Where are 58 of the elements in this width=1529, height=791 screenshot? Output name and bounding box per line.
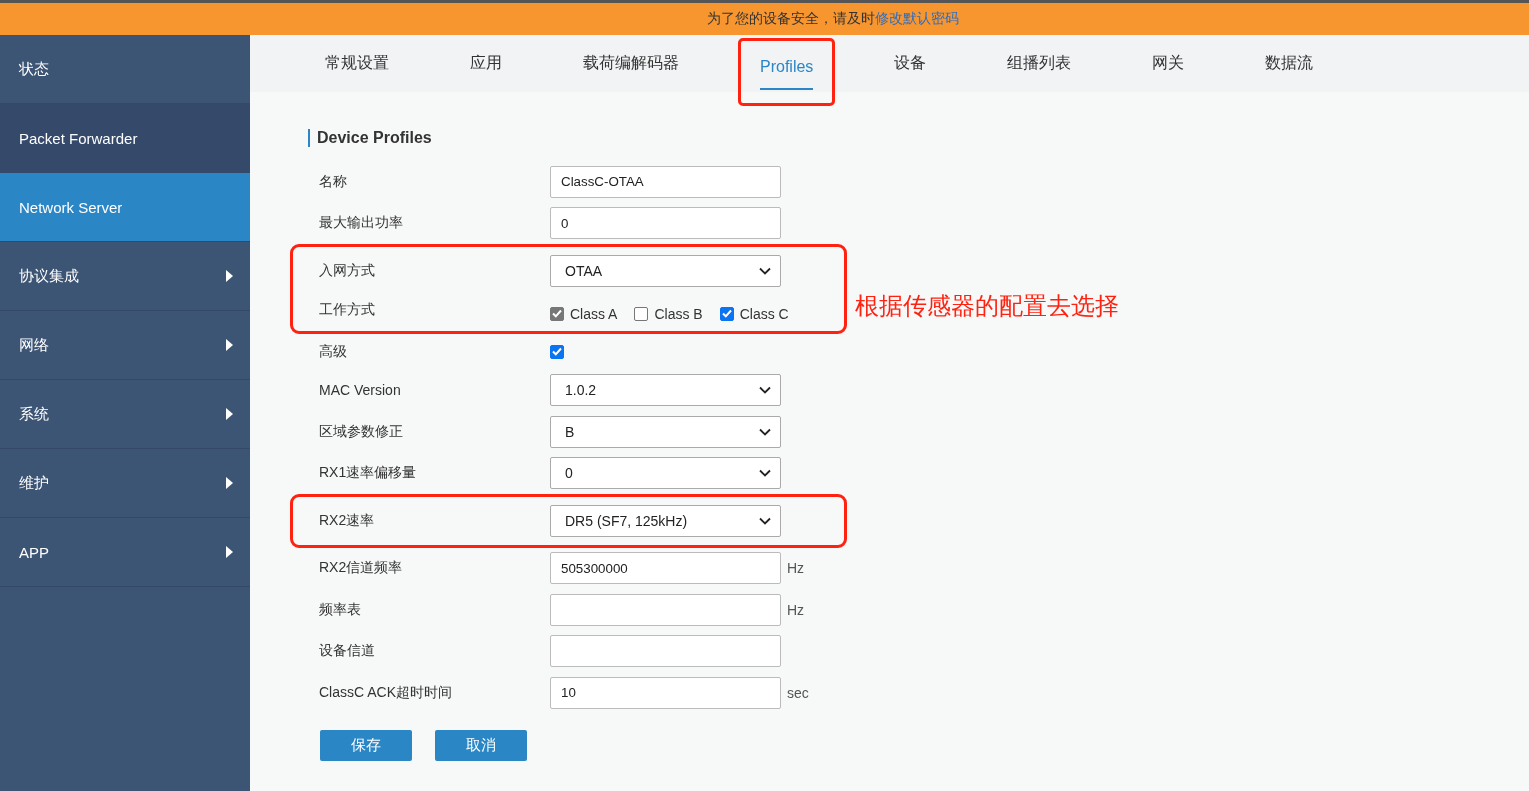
field-label: 入网方式 [319,261,376,280]
tab[interactable]: 载荷编解码器 [583,35,679,92]
field-label: RX2速率 [319,511,376,530]
field-label: 区域参数修正 [319,422,404,441]
chevron-icon [759,469,771,478]
tab[interactable]: Profiles [741,41,833,103]
text-field[interactable] [550,635,781,668]
unit-label: Hz [787,601,805,618]
chevron-icon [759,266,771,275]
text-field[interactable]: 0 [550,207,781,240]
sidebar-item[interactable]: APP [0,518,250,587]
dropdown[interactable]: 1.0.2 [550,374,781,407]
checkbox[interactable] [719,306,734,321]
field-label: RX1速率偏移量 [319,464,418,483]
sidebar-item[interactable]: 网络 [0,311,250,380]
checkbox-label: Class C [739,305,789,322]
field-label: 频率表 [319,600,362,619]
unit-label: sec [787,684,809,701]
checkbox[interactable] [634,306,649,321]
sidebar-item[interactable]: Packet Forwarder [0,104,250,173]
dropdown[interactable]: OTAA [550,254,781,287]
field-label: MAC Version [319,382,402,399]
checkbox[interactable] [550,344,564,359]
text-field[interactable]: 505300000 [550,552,781,585]
tab[interactable]: 常规设置 [325,35,389,92]
text-field[interactable]: 10 [550,676,781,709]
text-field[interactable] [550,593,781,626]
tab[interactable]: 网关 [1152,35,1185,92]
annotation-note: 根据传感器的配置去选择 [855,291,1119,321]
chevron-icon [759,427,771,436]
tab[interactable]: 数据流 [1265,35,1314,92]
unit-label: Hz [787,560,805,577]
dropdown[interactable]: 0 [550,457,781,490]
field-label: ClassC ACK超时时间 [319,683,454,702]
dropdown[interactable]: DR5 (SF7, 125kHz) [550,504,781,537]
sidebar-item[interactable]: 维护 [0,449,250,518]
field-label: 设备信道 [319,642,376,661]
chevron-icon [759,516,771,525]
tab[interactable]: 设备 [894,35,927,92]
tab[interactable]: 组播列表 [1007,35,1072,92]
field-label: 高级 [319,342,348,361]
tab[interactable]: 应用 [470,35,502,92]
sidebar-item[interactable]: 系统 [0,380,250,449]
chevron-icon [759,386,771,395]
field-label: 工作方式 [319,300,376,319]
section-title: Device Profiles [308,129,1529,147]
checkbox-label: Class A [570,305,618,322]
dropdown[interactable]: B [550,415,781,448]
security-notice: 为了您的设备安全，请及时修改默认密码 [706,10,959,28]
checkbox-label: Class B [654,305,703,322]
sidebar-item[interactable]: Network Server [0,173,250,242]
field-label: 名称 [319,172,348,191]
sidebar-item[interactable]: 协议集成 [0,242,250,311]
field-label: 最大输出功率 [319,214,404,233]
form-button[interactable]: 保存 [320,729,412,761]
field-label: RX2信道频率 [319,559,404,578]
text-field[interactable]: ClassC-OTAA [550,165,781,198]
form-button[interactable]: 取消 [435,729,527,761]
